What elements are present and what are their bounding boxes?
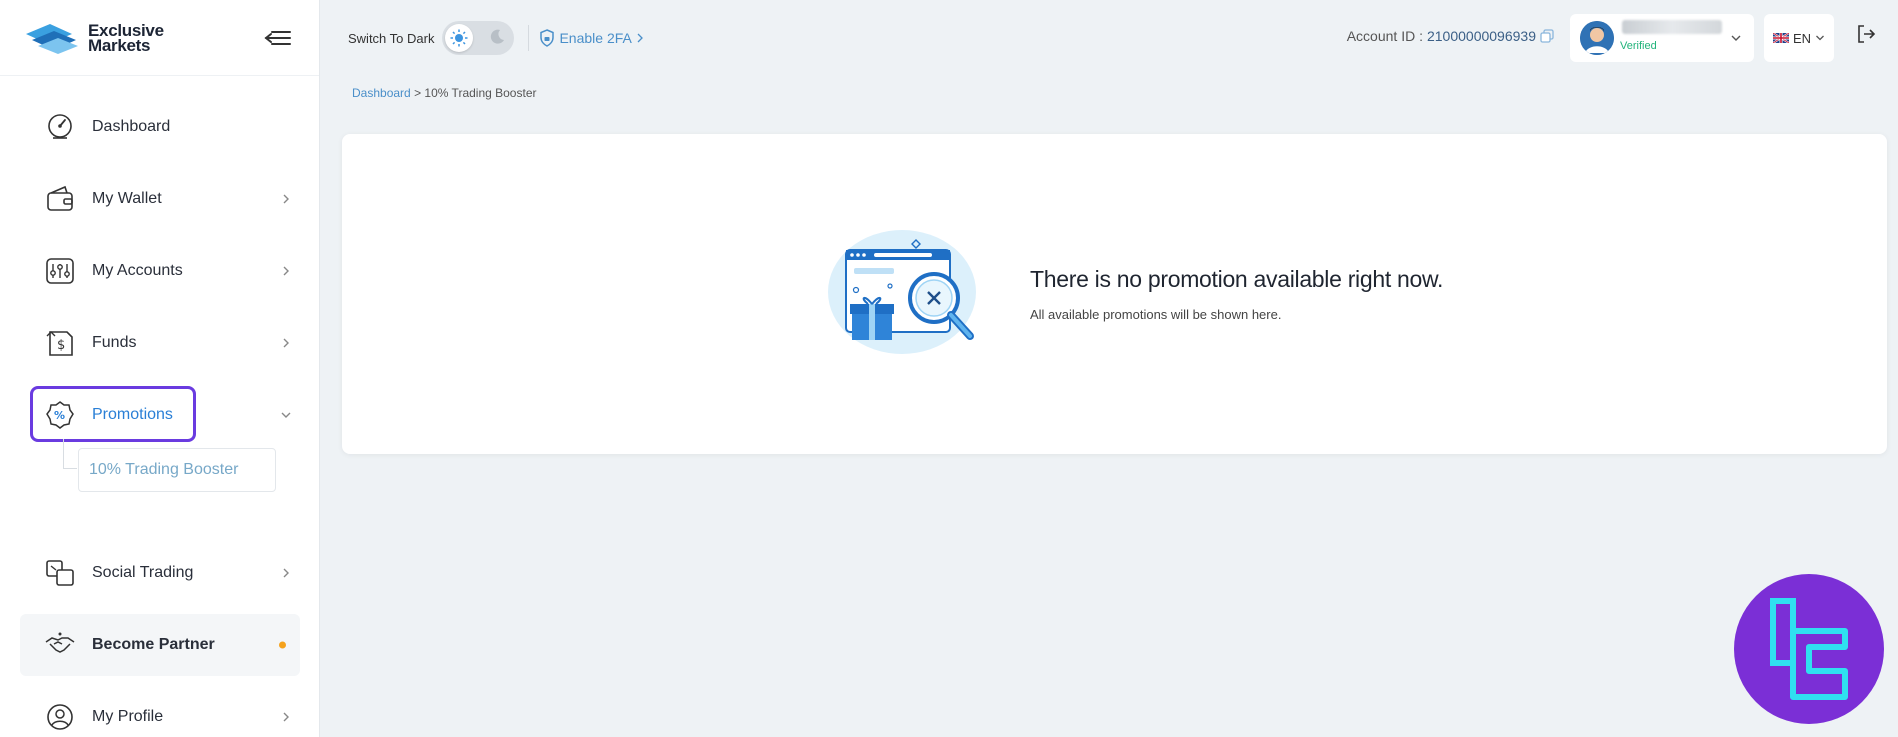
brand-mark-icon <box>26 23 78 54</box>
speedometer-icon <box>44 111 76 143</box>
language-code: EN <box>1792 30 1812 46</box>
logo-row: Exclusive Markets <box>0 0 319 76</box>
sidebar: Exclusive Markets Dashboard My Wallet My… <box>0 0 320 737</box>
breadcrumb: Dashboard > 10% Trading Booster <box>352 86 537 100</box>
sidebar-collapse-button[interactable] <box>263 27 293 49</box>
sun-icon <box>445 24 474 52</box>
sidebar-item-promotions[interactable]: % Promotions <box>20 384 300 446</box>
sidebar-item-label: My Accounts <box>92 262 183 279</box>
promotions-card: There is no promotion available right no… <box>342 134 1887 454</box>
account-id: Account ID : 21000000096939 <box>1347 28 1554 44</box>
sidebar-item-label: My Profile <box>92 708 164 725</box>
language-selector[interactable]: EN <box>1764 14 1834 62</box>
chevron-down-icon <box>1731 35 1741 41</box>
sidebar-item-label: Become Partner <box>92 636 215 653</box>
empty-promotions-illustration <box>828 230 976 354</box>
sidebar-item-dashboard[interactable]: Dashboard <box>20 96 300 158</box>
sidebar-item-funds[interactable]: $ Funds <box>20 312 300 374</box>
divider <box>528 25 530 51</box>
notification-dot <box>279 641 286 649</box>
moon-icon <box>491 29 505 44</box>
svg-text:%: % <box>54 409 65 422</box>
logout-button[interactable] <box>1856 24 1876 49</box>
sidebar-item-social-trading[interactable]: Social Trading <box>20 542 300 604</box>
account-id-value: 21000000096939 <box>1426 28 1536 44</box>
breadcrumb-separator: > <box>414 86 422 100</box>
empty-state-subtitle: All available promotions will be shown h… <box>1030 307 1282 322</box>
dark-mode-toggle[interactable] <box>442 21 515 55</box>
chevron-right-icon <box>283 338 289 348</box>
breadcrumb-dashboard[interactable]: Dashboard <box>352 86 411 100</box>
chevron-right-icon <box>637 33 643 43</box>
chevron-down-icon <box>1816 35 1824 41</box>
empty-state-title: There is no promotion available right no… <box>1030 266 1444 292</box>
breadcrumb-current: 10% Trading Booster <box>424 86 537 100</box>
logout-icon <box>1858 25 1876 43</box>
svg-text:$: $ <box>57 338 65 353</box>
verified-badge: Verified <box>1620 40 1657 52</box>
chevron-down-icon <box>281 412 291 418</box>
brand-logo[interactable]: Exclusive Markets <box>24 20 164 56</box>
percent-badge-icon: % <box>44 399 76 431</box>
sidebar-item-label: Funds <box>92 334 137 351</box>
sidebar-subitem-trading-booster[interactable]: 10% Trading Booster <box>63 439 276 492</box>
sidebar-item-label: My Wallet <box>92 190 162 207</box>
brand-line-2: Markets <box>88 35 151 55</box>
uk-flag-icon <box>1772 33 1789 43</box>
wallet-icon <box>44 183 76 215</box>
sidebar-item-label: Dashboard <box>92 118 171 135</box>
sidebar-item-label: Promotions <box>92 406 173 423</box>
username-redacted <box>1622 20 1722 34</box>
chevron-right-icon <box>283 568 289 578</box>
sidebar-item-become-partner[interactable]: Become Partner <box>20 614 300 676</box>
sidebar-item-my-profile[interactable]: My Profile <box>20 686 300 737</box>
handshake-icon <box>44 629 76 661</box>
watermark-logo-icon <box>1734 574 1884 724</box>
account-id-label: Account ID : <box>1346 28 1423 44</box>
user-circle-icon <box>44 701 76 733</box>
social-trading-icon <box>44 557 76 589</box>
enable-2fa-label: Enable 2FA <box>559 30 632 46</box>
sidebar-item-my-wallet[interactable]: My Wallet <box>20 168 300 230</box>
sidebar-item-my-accounts[interactable]: My Accounts <box>20 240 300 302</box>
chevron-right-icon <box>283 712 289 722</box>
collapse-menu-icon <box>264 30 291 45</box>
enable-2fa-link[interactable]: Enable 2FA <box>539 29 643 47</box>
chevron-right-icon <box>283 194 289 204</box>
sidebar-subitem-label: 10% Trading Booster <box>89 461 239 478</box>
shield-icon <box>540 29 555 47</box>
sidebar-item-label: Social Trading <box>92 564 194 581</box>
funds-icon: $ <box>44 327 76 359</box>
dark-mode-label: Switch To Dark <box>348 30 435 46</box>
accounts-icon <box>44 255 76 287</box>
tree-connector <box>63 439 77 469</box>
sidebar-nav: Dashboard My Wallet My Accounts $ Funds <box>20 96 300 737</box>
avatar <box>1580 21 1614 55</box>
user-menu[interactable]: Verified <box>1570 14 1754 62</box>
chevron-right-icon <box>283 266 289 276</box>
copy-icon[interactable] <box>1540 29 1554 43</box>
